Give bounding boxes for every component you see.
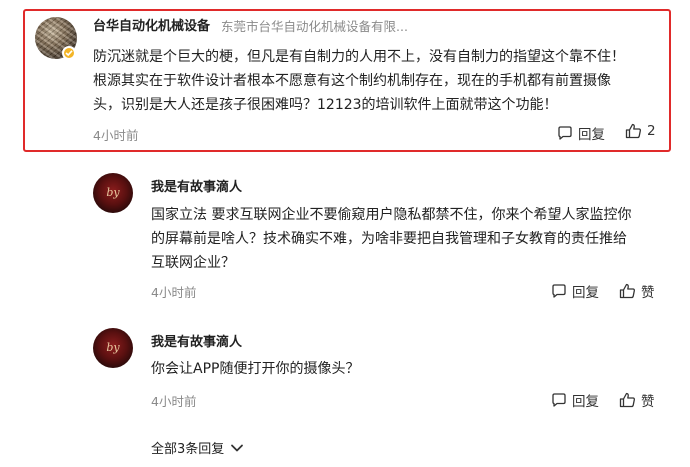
comment-text-line: 防沉迷就是个巨大的梗，但凡是有自制力的人用不上，没有自制力的指望这个靠不住！ bbox=[93, 49, 625, 65]
like-button[interactable]: 赞 bbox=[619, 390, 655, 410]
thumbs-up-icon bbox=[619, 392, 635, 408]
comment-company: 东莞市台华自动化机械设备有限... bbox=[221, 19, 408, 34]
comment-bubble-icon bbox=[552, 393, 566, 407]
like-count: 2 bbox=[647, 123, 656, 139]
like-button[interactable]: 赞 bbox=[619, 281, 655, 301]
reply-time: 4小时前 bbox=[151, 394, 197, 409]
chevron-down-icon bbox=[231, 444, 244, 451]
like-label: 赞 bbox=[641, 285, 655, 301]
like-button[interactable]: 2 bbox=[625, 123, 656, 139]
reply-button[interactable]: 回复 bbox=[551, 281, 599, 301]
reply-label: 回复 bbox=[572, 394, 599, 410]
reply-text: 你会让APP随便打开你的摄像头？ bbox=[151, 357, 359, 381]
comment-text: 防沉迷就是个巨大的梗，但凡是有自制力的人用不上，没有自制力的指望这个靠不住！ 根… bbox=[93, 45, 625, 117]
reply-text-line: 的屏幕前是啥人？技术确实不难，为啥非要把自我管理和子女教育的责任推给 bbox=[151, 231, 627, 247]
comment-bubble-icon bbox=[558, 126, 572, 140]
reply-button[interactable]: 回复 bbox=[551, 390, 599, 410]
verified-badge-icon bbox=[62, 46, 76, 60]
thumbs-up-icon bbox=[625, 123, 641, 139]
avatar[interactable]: by bbox=[93, 173, 133, 213]
comment-time: 4小时前 bbox=[93, 128, 139, 143]
reply-text: 国家立法 要求互联网企业不要偷窥用户隐私都禁不住，你来个希望人家监控你 的屏幕前… bbox=[151, 203, 631, 275]
comment-text-line: 根源其实在于软件设计者根本不愿意有这个制约机制存在，现在的手机都有前置摄像 bbox=[93, 73, 611, 89]
thumbs-up-icon bbox=[619, 283, 635, 299]
reply-username[interactable]: 我是有故事滴人 bbox=[151, 176, 242, 195]
reply-text-line: 互联网企业？ bbox=[151, 255, 235, 271]
reply-text-line: 国家立法 要求互联网企业不要偷窥用户隐私都禁不住，你来个希望人家监控你 bbox=[151, 207, 632, 223]
avatar[interactable]: by bbox=[93, 328, 133, 368]
reply-username[interactable]: 我是有故事滴人 bbox=[151, 331, 242, 350]
comment-username[interactable]: 台华自动化机械设备 bbox=[93, 15, 210, 34]
show-all-replies-label: 全部3条回复 bbox=[151, 442, 225, 457]
reply-label: 回复 bbox=[578, 127, 605, 143]
reply-text-line: 你会让APP随便打开你的摄像头？ bbox=[151, 361, 360, 377]
reply-button[interactable]: 回复 bbox=[557, 123, 605, 143]
like-label: 赞 bbox=[641, 394, 655, 410]
comment-bubble-icon bbox=[552, 284, 566, 298]
reply-label: 回复 bbox=[572, 285, 599, 301]
comment-text-line: 头，识别是大人还是孩子很困难吗？12123的培训软件上面就带这个功能！ bbox=[93, 97, 558, 113]
reply-time: 4小时前 bbox=[151, 285, 197, 300]
show-all-replies-button[interactable]: 全部3条回复 bbox=[151, 438, 244, 457]
